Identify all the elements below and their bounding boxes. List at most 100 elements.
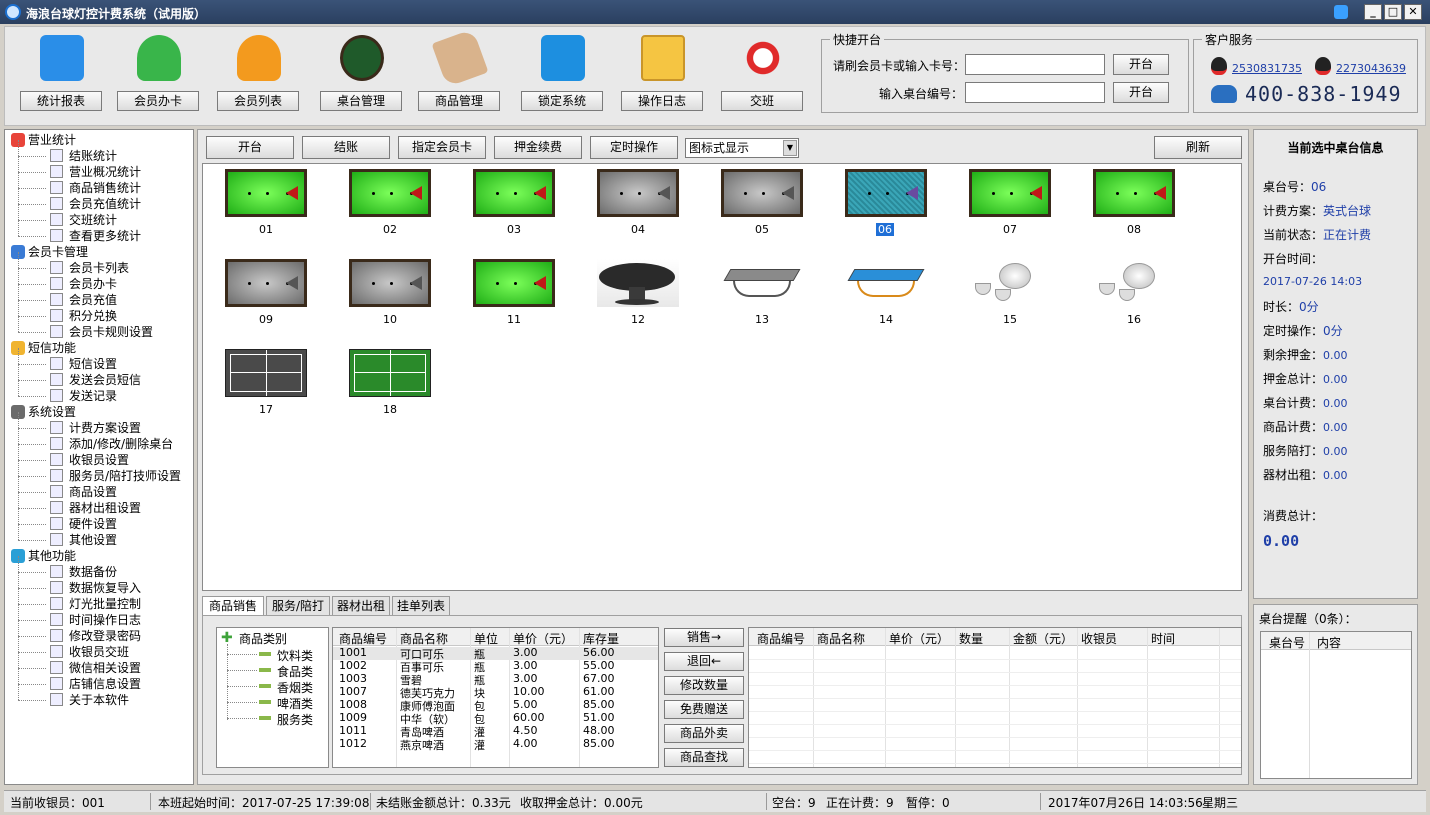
nav-item[interactable]: 服务员/陪打技师设置 — [50, 468, 181, 484]
toolbar-item[interactable]: 操作日志 — [621, 31, 703, 111]
billiard-rack-icon[interactable] — [340, 35, 384, 81]
table-number[interactable]: 15 — [969, 313, 1051, 326]
sold-col-header[interactable]: 数量 — [959, 630, 983, 647]
table-number[interactable]: 05 — [721, 223, 803, 236]
toolbar-item[interactable]: 锁定系统 — [521, 31, 603, 111]
table-number[interactable]: 16 — [1093, 313, 1175, 326]
table-number[interactable]: 01 — [225, 223, 307, 236]
search-goods-button[interactable]: 商品查找 — [664, 748, 744, 767]
nav-item[interactable]: 会员卡规则设置 — [50, 324, 153, 340]
return-button[interactable]: 退回← — [664, 652, 744, 671]
nav-item[interactable]: 其他设置 — [50, 532, 117, 548]
table-number[interactable]: 09 — [225, 313, 307, 326]
table-number[interactable]: 11 — [473, 313, 555, 326]
table-number[interactable]: 03 — [473, 223, 555, 236]
table-number[interactable]: 06 — [876, 223, 894, 236]
nav-item[interactable]: 商品设置 — [50, 484, 117, 500]
table-number[interactable]: 07 — [969, 223, 1051, 236]
quick-open-card-button[interactable]: 开台 — [1113, 54, 1169, 75]
members-list-icon[interactable] — [237, 35, 281, 81]
snooker-selected-icon[interactable] — [845, 169, 927, 217]
table-card[interactable]: 15 — [969, 259, 1051, 327]
nav-item[interactable]: 会员卡列表 — [50, 260, 129, 276]
table-number[interactable]: 08 — [1093, 223, 1175, 236]
nav-item[interactable]: 微信相关设置 — [50, 660, 141, 676]
table-card[interactable]: 04 — [597, 169, 679, 237]
skin-icon[interactable] — [1334, 5, 1348, 19]
qq-link-2[interactable]: 2273043639 — [1336, 62, 1406, 75]
goods-col-header[interactable]: 单位 — [474, 630, 498, 647]
tab-pending-orders[interactable]: 挂单列表 — [392, 596, 450, 616]
table-card[interactable]: 02 — [349, 169, 431, 237]
toolbar-label[interactable]: 锁定系统 — [521, 91, 603, 111]
sold-col-header[interactable]: 商品编号 — [757, 630, 805, 647]
toolbar-label[interactable]: 商品管理 — [418, 91, 500, 111]
nav-item[interactable]: 交班统计 — [50, 212, 117, 228]
table-card[interactable]: 11 — [473, 259, 555, 327]
toolbar-label[interactable]: 会员列表 — [217, 91, 299, 111]
table-card[interactable]: 17 — [225, 349, 307, 417]
table-card[interactable]: 10 — [349, 259, 431, 327]
nav-item[interactable]: 发送会员短信 — [50, 372, 141, 388]
goods-col-header[interactable]: 商品名称 — [400, 630, 448, 647]
nav-category[interactable]: 短信功能 — [11, 340, 76, 356]
table-card[interactable]: 12 — [597, 259, 679, 327]
nav-item[interactable]: 商品销售统计 — [50, 180, 141, 196]
table-number[interactable]: 18 — [349, 403, 431, 416]
nav-item[interactable]: 店铺信息设置 — [50, 676, 141, 692]
tab-equipment-rent[interactable]: 器材出租 — [332, 596, 390, 616]
table-row[interactable]: 1012 燕京啤酒 灌 4.00 85.00 — [333, 737, 658, 752]
goods-col-header[interactable]: 单价（元） — [513, 630, 573, 647]
nav-item[interactable]: 关于本软件 — [50, 692, 129, 708]
chevron-down-icon[interactable]: ▼ — [783, 140, 797, 156]
toolbar-item[interactable]: 会员列表 — [217, 31, 299, 111]
open-table-button[interactable]: 开台 — [206, 136, 294, 159]
nav-item[interactable]: 会员充值 — [50, 292, 117, 308]
snooker-green-icon[interactable] — [473, 169, 555, 217]
nav-item[interactable]: 发送记录 — [50, 388, 117, 404]
table-number[interactable]: 04 — [597, 223, 679, 236]
snooker-gray-icon[interactable] — [597, 169, 679, 217]
nav-item[interactable]: 收银员设置 — [50, 452, 129, 468]
table-number[interactable]: 13 — [721, 313, 803, 326]
snooker-green-icon[interactable] — [473, 259, 555, 307]
qq-link-1[interactable]: 2530831735 — [1232, 62, 1302, 75]
add-member-icon[interactable] — [137, 35, 181, 81]
nav-item[interactable]: 数据恢复导入 — [50, 580, 141, 596]
round-table-icon[interactable] — [597, 259, 679, 307]
edit-qty-button[interactable]: 修改数量 — [664, 676, 744, 695]
nav-category[interactable]: 系统设置 — [11, 404, 76, 420]
view-mode-select[interactable]: 图标式显示 ▼ — [685, 138, 799, 158]
nav-item[interactable]: 查看更多统计 — [50, 228, 141, 244]
nav-item[interactable]: 计费方案设置 — [50, 420, 141, 436]
toolbar-label[interactable]: 桌台管理 — [320, 91, 402, 111]
nav-item[interactable]: 时间操作日志 — [50, 612, 141, 628]
tab-service[interactable]: 服务/陪打 — [266, 596, 330, 616]
nav-item[interactable]: 灯光批量控制 — [50, 596, 141, 612]
nav-category[interactable]: 其他功能 — [11, 548, 76, 564]
nav-item[interactable]: 营业概况统计 — [50, 164, 141, 180]
toolbar-item[interactable]: 统计报表 — [20, 31, 102, 111]
toolbar-item[interactable]: 会员办卡 — [117, 31, 199, 111]
table-card[interactable]: 09 — [225, 259, 307, 327]
nav-category[interactable]: 营业统计 — [11, 132, 76, 148]
deposit-renew-button[interactable]: 押金续费 — [494, 136, 582, 159]
checkout-button[interactable]: 结账 — [302, 136, 390, 159]
table-card[interactable]: 18 — [349, 349, 431, 417]
nav-item[interactable]: 短信设置 — [50, 356, 117, 372]
card-number-input[interactable] — [965, 54, 1105, 75]
nav-item[interactable]: 添加/修改/删除桌台 — [50, 436, 173, 452]
pingpong-blue-icon[interactable] — [845, 259, 927, 307]
nav-item[interactable]: 器材出租设置 — [50, 500, 141, 516]
plus-icon[interactable]: ✚ — [221, 631, 233, 645]
table-card[interactable]: 03 — [473, 169, 555, 237]
toolbar-label[interactable]: 统计报表 — [20, 91, 102, 111]
nav-item[interactable]: 会员充值统计 — [50, 196, 141, 212]
free-gift-button[interactable]: 免费赠送 — [664, 700, 744, 719]
toolbar-label[interactable]: 交班 — [721, 91, 803, 111]
badminton-gray-icon[interactable] — [225, 349, 307, 397]
sold-col-header[interactable]: 时间 — [1151, 630, 1175, 647]
table-number[interactable]: 02 — [349, 223, 431, 236]
timer-button[interactable]: 定时操作 — [590, 136, 678, 159]
refresh-button[interactable]: 刷新 — [1154, 136, 1242, 159]
